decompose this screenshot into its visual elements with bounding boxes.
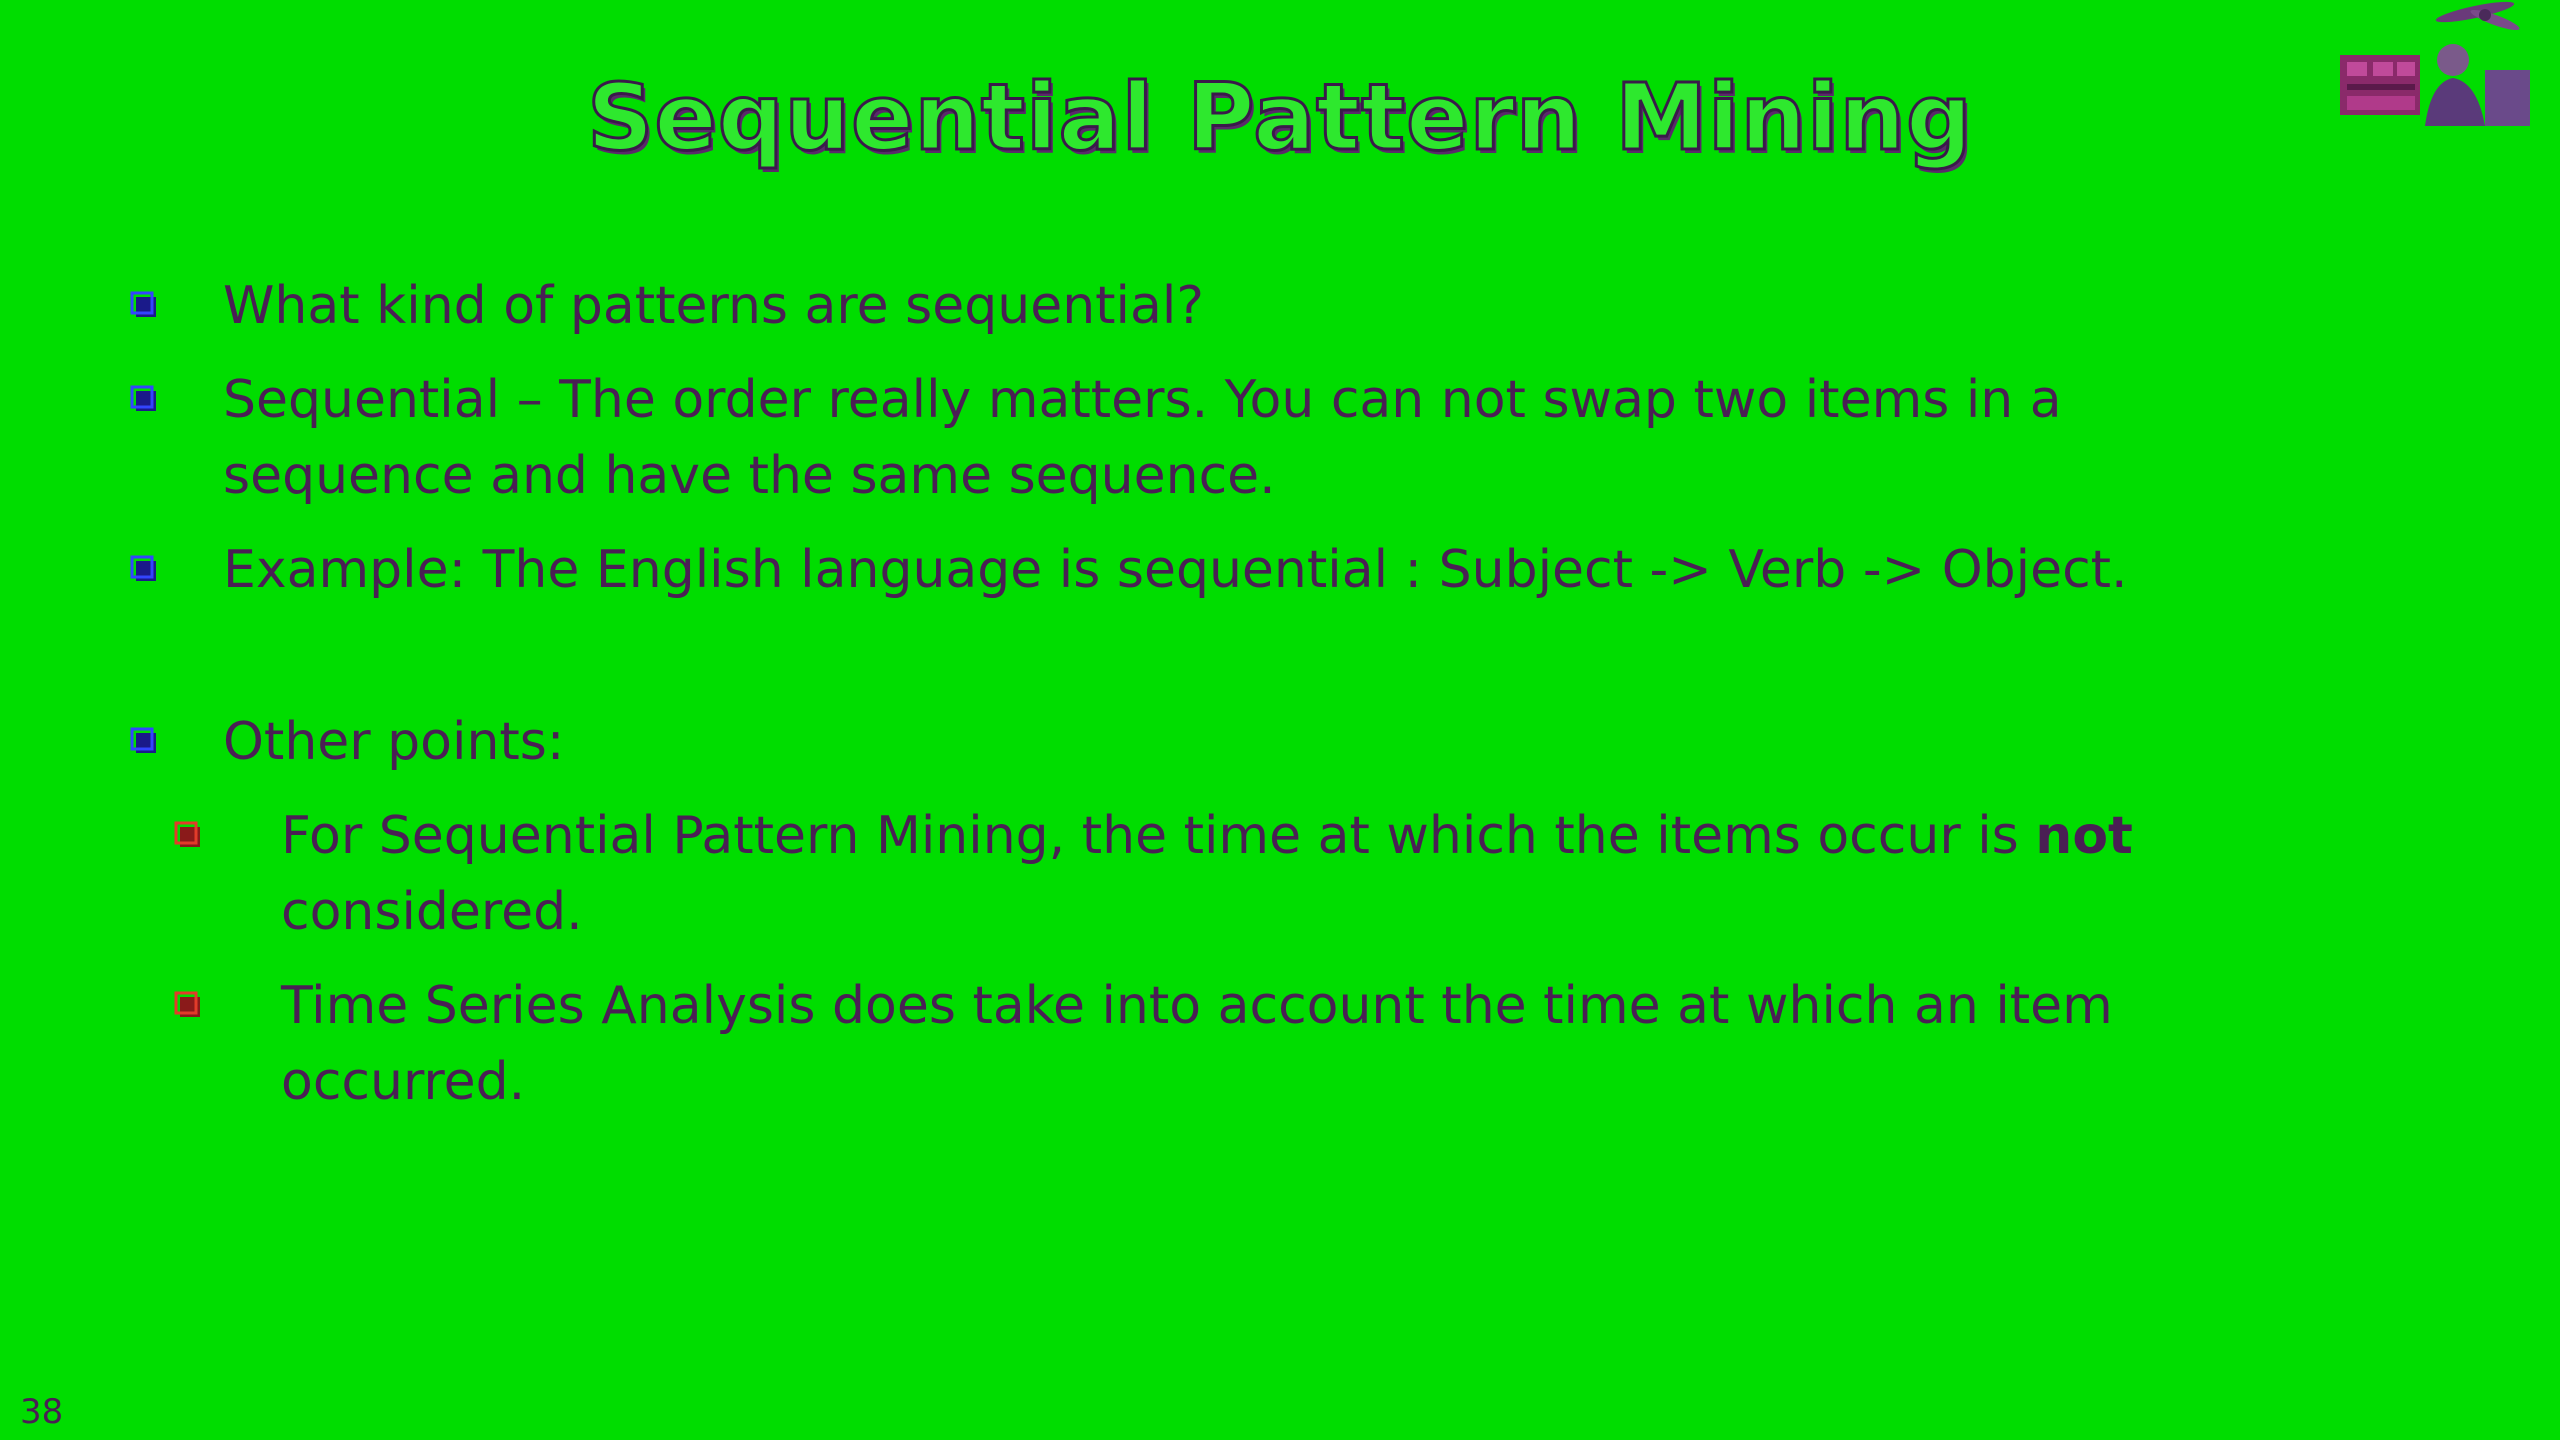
square-bullet-icon <box>130 727 156 753</box>
presenter-webcam-icon <box>2335 0 2535 126</box>
bullet-text: Sequential – The order really matters. Y… <box>223 370 2062 506</box>
bullet-item: What kind of patterns are sequential? <box>125 268 2225 344</box>
sub-bullet-item: Time Series Analysis does take into acco… <box>125 968 2225 1120</box>
square-bullet-icon <box>174 821 200 847</box>
bullet-text: Other points: <box>223 712 565 772</box>
emphasis-word: not <box>2035 806 2133 866</box>
bullet-text: What kind of patterns are sequential? <box>223 276 1204 336</box>
sub-bullet-item: For Sequential Pattern Mining, the time … <box>125 798 2225 950</box>
slide: Sequential Pattern Mining What kind of p… <box>0 0 2560 1440</box>
page-number: 38 <box>20 1392 64 1432</box>
square-bullet-icon <box>130 385 156 411</box>
bullet-list: What kind of patterns are sequential? Se… <box>125 268 2225 1138</box>
square-bullet-icon <box>174 991 200 1017</box>
sub-bullet-text-end: considered. <box>281 882 583 942</box>
square-bullet-icon <box>130 555 156 581</box>
bullet-item: Other points: <box>125 704 2225 780</box>
bullet-item: Example: The English language is sequent… <box>125 532 2225 608</box>
slide-title: Sequential Pattern Mining <box>586 64 1974 171</box>
sub-bullet-text: Time Series Analysis does take into acco… <box>281 976 2113 1112</box>
square-bullet-icon <box>130 291 156 317</box>
bullet-item: Sequential – The order really matters. Y… <box>125 362 2225 514</box>
bullet-text: Example: The English language is sequent… <box>223 540 2128 600</box>
sub-bullet-text: For Sequential Pattern Mining, the time … <box>281 806 2036 866</box>
